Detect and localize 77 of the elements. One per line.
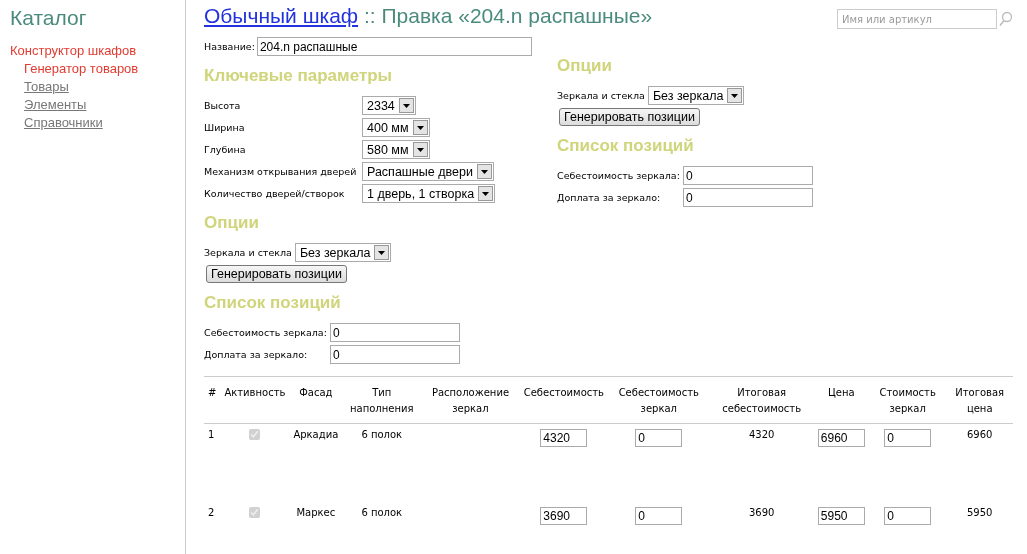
field-label: Доплата за зеркало: <box>557 192 661 203</box>
section-heading: Список позиций <box>204 293 342 313</box>
field-label: Доплата за зеркало: <box>204 349 308 360</box>
table-cell: Маркес <box>296 507 336 518</box>
table-cell: 2 <box>208 507 215 518</box>
table-cell: 3690 <box>748 507 775 518</box>
dropdown[interactable]: Без зеркала <box>647 86 745 105</box>
caret-icon <box>402 103 410 108</box>
section-heading: Опции <box>204 213 260 233</box>
input-field[interactable]: 5950 <box>817 507 865 525</box>
column-header: Цена <box>828 387 855 398</box>
input-field[interactable]: 0 <box>884 507 932 525</box>
input-field[interactable]: 0 <box>682 188 813 207</box>
field-label: Название: <box>204 41 255 52</box>
input-field[interactable]: 6960 <box>817 429 865 447</box>
search-field[interactable]: Имя или артикул <box>837 9 997 29</box>
name-field[interactable]: 204.n распашные <box>256 37 532 56</box>
caret-icon <box>416 147 424 152</box>
field-label: Себестоимость зеркала: <box>204 327 327 338</box>
field-label: Зеркала и стекла <box>204 247 292 258</box>
page-title: Обычный шкаф :: Правка «204.n распашные» <box>204 4 653 28</box>
column-header: Итоговая себестоимость <box>722 387 802 414</box>
nav-link[interactable]: Элементы <box>24 96 87 114</box>
section-heading: Ключевые параметры <box>204 66 394 86</box>
input-field[interactable]: 0 <box>329 345 460 364</box>
catalog-title: Каталог <box>10 6 87 30</box>
column-header: Себестоимость <box>523 387 604 398</box>
caret-icon <box>416 125 424 130</box>
caret-icon <box>731 93 739 98</box>
caret-icon <box>482 191 490 196</box>
nav-link[interactable]: Генератор товаров <box>24 60 139 78</box>
dropdown[interactable]: Распашные двери <box>362 162 494 181</box>
breadcrumb-link[interactable]: Обычный шкаф <box>204 4 359 27</box>
table-cell: 5950 <box>967 507 993 518</box>
search-icon[interactable] <box>999 11 1013 27</box>
input-field[interactable]: 0 <box>635 429 683 447</box>
field-label: Количество дверей/створок <box>204 188 345 199</box>
field-label: Глубина <box>204 144 246 155</box>
table-cell: 6960 <box>967 429 993 440</box>
field-label: Механизм открывания дверей <box>204 166 357 177</box>
caret-icon <box>378 250 386 255</box>
table-cell: 4320 <box>748 429 775 440</box>
input-field[interactable]: 4320 <box>540 429 588 447</box>
generate-button[interactable]: Генерировать позиции <box>206 265 347 283</box>
table-cell: Аркадиа <box>293 429 339 440</box>
field-label: Себестоимость зеркала: <box>557 170 680 181</box>
field-label: Ширина <box>204 122 245 133</box>
dropdown[interactable]: Без зеркала <box>294 243 392 262</box>
table-cell: 6 полок <box>361 429 403 440</box>
field-label: Высота <box>204 100 241 111</box>
column-header: Активность <box>224 387 286 398</box>
nav-link[interactable]: Справочники <box>24 114 103 132</box>
table-cell: 6 полок <box>361 507 403 518</box>
caret-icon <box>480 169 488 174</box>
column-header: Стоимость зеркал <box>879 387 936 414</box>
input-field[interactable]: 0 <box>635 507 683 525</box>
column-header: Фасад <box>299 387 333 398</box>
column-header: Себестоимость зеркал <box>618 387 699 414</box>
column-header: # <box>208 387 217 398</box>
column-header: Тип наполнения <box>350 387 414 414</box>
section-heading: Список позиций <box>557 136 695 156</box>
table-cell: 1 <box>208 429 215 440</box>
dropdown[interactable]: 1 дверь, 1 створка <box>362 184 496 203</box>
column-header: Итоговая цена <box>955 387 1005 414</box>
dropdown[interactable]: 2334 <box>362 96 416 115</box>
input-field[interactable]: 3690 <box>540 507 588 525</box>
dropdown[interactable]: 400 мм <box>362 118 430 137</box>
input-field[interactable]: 0 <box>884 429 932 447</box>
field-label: Зеркала и стекла <box>557 90 645 101</box>
section-heading: Опции <box>557 56 613 76</box>
generate-button[interactable]: Генерировать позиции <box>559 108 700 126</box>
input-field[interactable]: 0 <box>329 323 460 342</box>
dropdown[interactable]: 580 мм <box>362 140 430 159</box>
input-field[interactable]: 0 <box>682 166 813 185</box>
nav-link[interactable]: Конструктор шкафов <box>10 42 137 60</box>
column-header: Расположение зеркал <box>431 387 510 414</box>
nav-link[interactable]: Товары <box>24 78 69 96</box>
